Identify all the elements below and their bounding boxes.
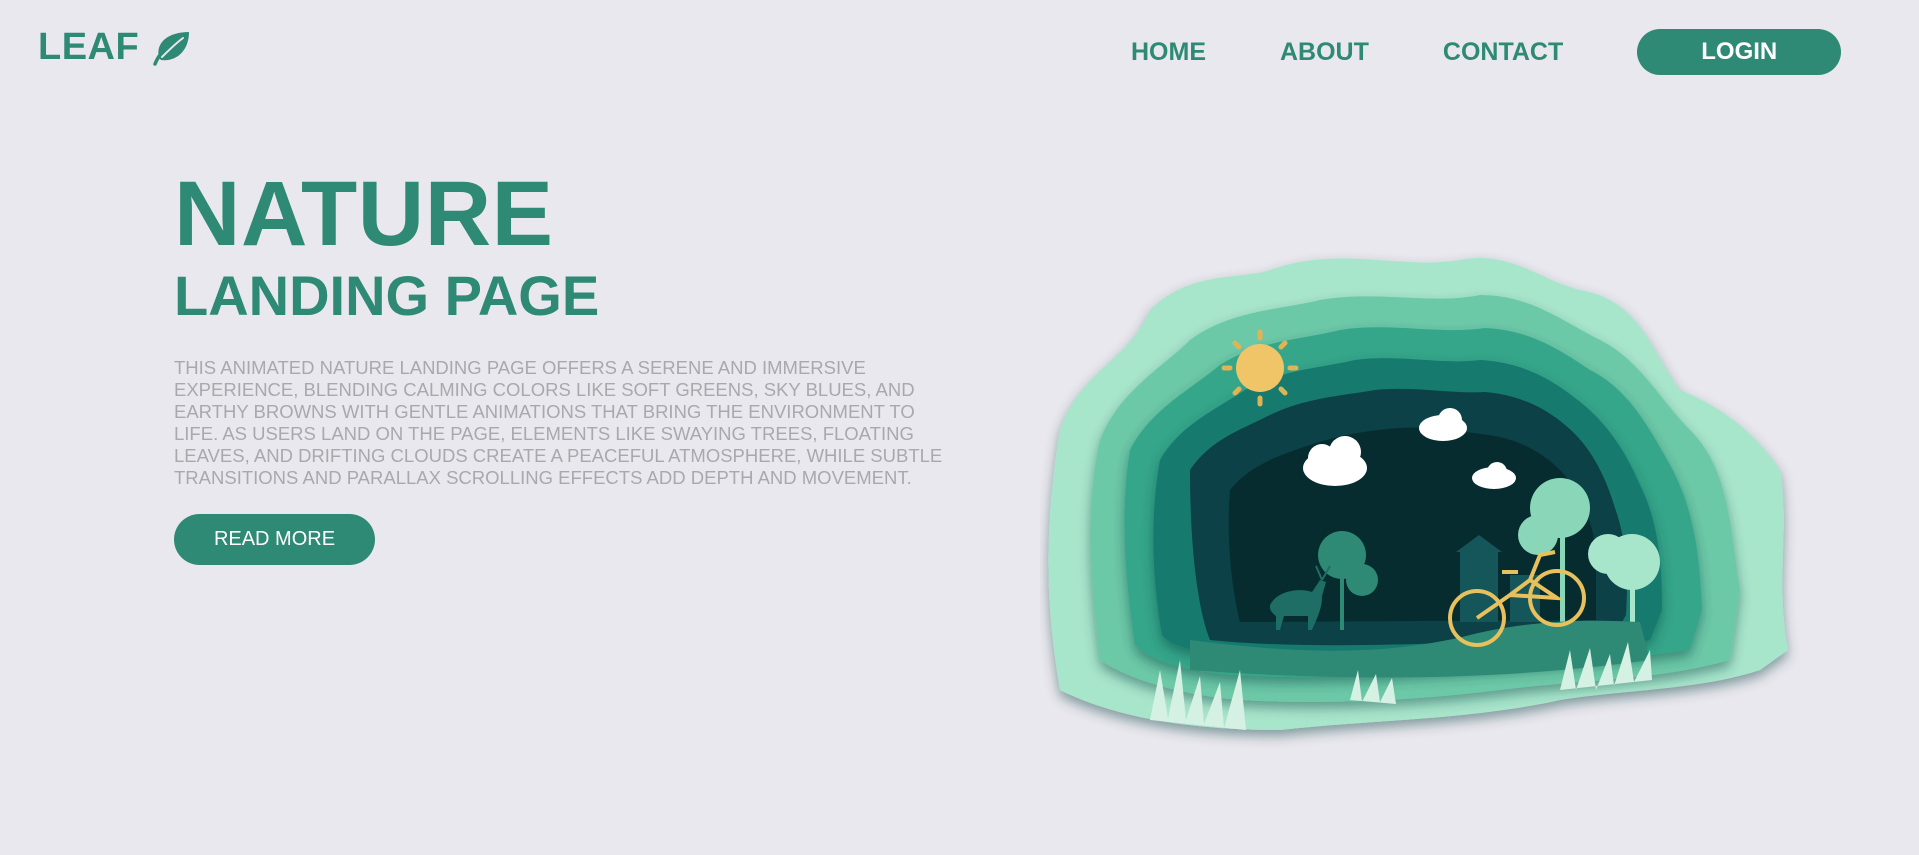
logo[interactable]: LEAF [38,26,191,69]
hero-description: THIS ANIMATED NATURE LANDING PAGE OFFERS… [174,357,943,488]
hero-title: NATURE [174,163,554,265]
paper-cut-forest-illustration [1048,257,1788,730]
nav-contact-link[interactable]: CONTACT [1443,28,1563,76]
logo-text: LEAF [38,26,140,68]
read-more-button[interactable]: READ MORE [174,514,375,565]
nav-about-link[interactable]: ABOUT [1280,28,1369,76]
login-button[interactable]: LOGIN [1637,29,1842,75]
leaf-icon [153,31,190,66]
main-nav: HOME ABOUT CONTACT LOGIN [1131,28,1842,76]
landing-page: LEAF HOME ABOUT CONTACT LOGIN NATURE LAN… [0,0,1919,855]
hero-subtitle: LANDING PAGE [174,264,600,327]
nav-home-link[interactable]: HOME [1131,28,1206,76]
